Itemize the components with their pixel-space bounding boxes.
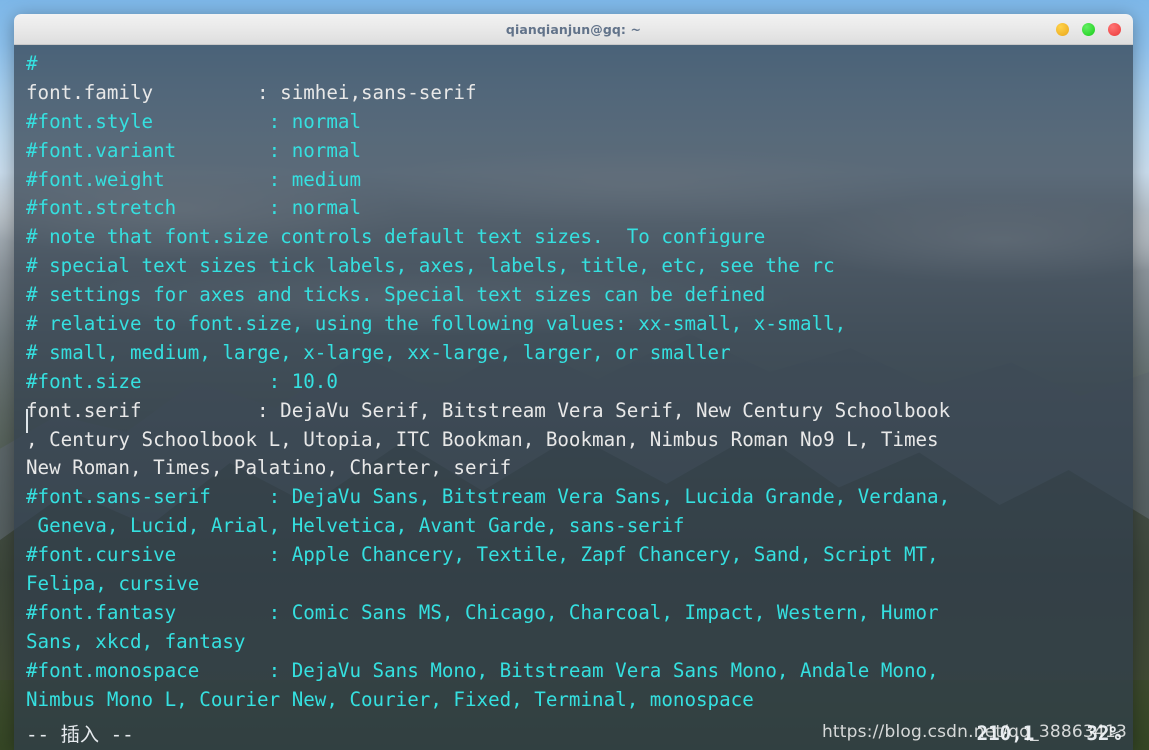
terminal-line: # small, medium, large, x-large, xx-larg… [26, 340, 731, 364]
terminal-line: # special text sizes tick labels, axes, … [26, 254, 835, 278]
terminal-line: #font.sans-serif : DejaVu Sans, Bitstrea… [26, 485, 951, 509]
vim-mode-indicator: -- 插入 -- [26, 723, 134, 746]
terminal-line: #font.size : 10.0 [26, 369, 338, 393]
vim-scroll-percent: 32% [1086, 721, 1121, 745]
window-title: qianqianjun@gq: ~ [505, 21, 642, 37]
minimize-button[interactable] [1056, 22, 1069, 36]
terminal-line: # [26, 52, 38, 75]
terminal-line: #font.variant : normal [26, 138, 362, 162]
window-titlebar[interactable]: qianqianjun@gq: ~ [14, 14, 1133, 45]
window-controls [1056, 14, 1121, 44]
terminal-line: Sans, xkcd, fantasy [26, 629, 246, 653]
terminal-line: font.family : simhei,sans-serif [26, 80, 477, 104]
terminal-line: Nimbus Mono L, Courier New, Courier, Fix… [26, 687, 754, 711]
terminal-line: #font.stretch : normal [26, 196, 362, 220]
terminal-screen[interactable]: # font.family : simhei,sans-serif #font.st… [14, 47, 1133, 714]
terminal-body[interactable]: # font.family : simhei,sans-serif #font.st… [14, 45, 1133, 750]
terminal-line: #font.weight : medium [26, 167, 362, 191]
terminal-line: Felipa, cursive [26, 572, 200, 596]
text-cursor [26, 409, 28, 433]
terminal-line: New Roman, Times, Palatino, Charter, ser… [26, 456, 512, 480]
terminal-line: #font.style : normal [26, 109, 362, 133]
vim-cursor-position: 210,1 [976, 721, 1035, 745]
close-button[interactable] [1108, 22, 1121, 36]
terminal-line: #font.monospace : DejaVu Sans Mono, Bits… [26, 658, 939, 682]
terminal-window: qianqianjun@gq: ~ # font.family : simhei,… [14, 14, 1133, 750]
terminal-line: #font.cursive : Apple Chancery, Textile,… [26, 543, 939, 567]
terminal-line: , Century Schoolbook L, Utopia, ITC Book… [26, 427, 939, 451]
terminal-line: font.serif : DejaVu Serif, Bitstream Ver… [26, 398, 951, 422]
maximize-button[interactable] [1082, 22, 1095, 36]
terminal-line: #font.fantasy : Comic Sans MS, Chicago, … [26, 600, 939, 624]
vim-status-line: -- 插入 -- 210,1 32% [14, 716, 1133, 750]
terminal-line: Geneva, Lucid, Arial, Helvetica, Avant G… [26, 514, 685, 538]
terminal-line: # relative to font.size, using the follo… [26, 312, 847, 336]
terminal-line: # settings for axes and ticks. Special t… [26, 283, 766, 307]
terminal-line: # note that font.size controls default t… [26, 225, 766, 249]
